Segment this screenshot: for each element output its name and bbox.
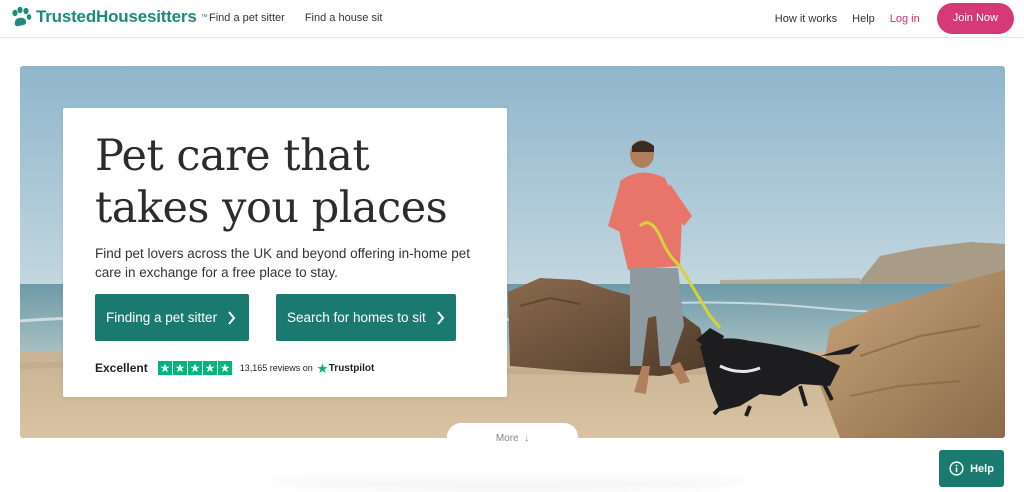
primary-nav: Find a pet sitter Find a house sit — [209, 12, 382, 24]
hero-card: Pet care that takes you places Find pet … — [63, 108, 507, 397]
star-icon — [187, 361, 202, 375]
top-header: TrustedHousesitters ™ Find a pet sitter F… — [0, 0, 1024, 38]
chevron-right-icon — [228, 310, 236, 325]
trustpilot-widget[interactable]: Excellent 13,165 reviews on Trustpilot — [95, 361, 374, 375]
star-icon — [202, 361, 217, 375]
find-pet-sitter-button[interactable]: Finding a pet sitter — [95, 294, 249, 341]
trustpilot-star-icon — [317, 363, 328, 373]
chevron-right-icon — [437, 310, 445, 325]
nav-how-it-works[interactable]: How it works — [775, 13, 837, 25]
help-label: Help — [970, 462, 994, 475]
brand-logo[interactable]: TrustedHousesitters ™ — [10, 6, 208, 28]
hero-subtitle: Find pet lovers across the UK and beyond… — [95, 246, 470, 280]
hero-title: Pet care that takes you places — [95, 130, 448, 234]
search-homes-button[interactable]: Search for homes to sit — [276, 294, 456, 341]
nav-help[interactable]: Help — [852, 13, 875, 25]
hero-banner: Pet care that takes you places Find pet … — [20, 66, 1005, 438]
trustpilot-brand: Trustpilot — [328, 362, 375, 374]
hero-title-line-1: Pet care that — [95, 131, 370, 181]
login-link[interactable]: Log in — [890, 13, 920, 25]
section-shadow — [270, 470, 750, 492]
info-icon — [949, 461, 964, 476]
find-pet-sitter-label: Finding a pet sitter — [106, 310, 218, 325]
more-label: More — [495, 433, 519, 444]
trustpilot-review-count: 13,165 reviews on — [239, 363, 313, 373]
search-homes-label: Search for homes to sit — [287, 310, 426, 325]
trustpilot-stars — [157, 361, 232, 375]
more-scroll-button[interactable]: More ↓ — [447, 423, 578, 453]
star-icon — [172, 361, 187, 375]
join-now-button[interactable]: Join Now — [936, 3, 1014, 34]
arrow-down-icon: ↓ — [521, 433, 530, 444]
hero-title-line-2: takes you places — [95, 183, 448, 233]
trustpilot-rating-label: Excellent — [95, 361, 148, 375]
help-floating-button[interactable]: Help — [939, 450, 1004, 487]
star-icon — [217, 361, 232, 375]
paw-icon — [12, 6, 32, 27]
nav-find-pet-sitter[interactable]: Find a pet sitter — [209, 12, 285, 24]
star-icon — [157, 361, 172, 375]
secondary-nav: How it works Help Log in Join Now — [775, 3, 1014, 34]
nav-find-house-sit[interactable]: Find a house sit — [305, 12, 383, 24]
brand-name: TrustedHousesitters — [36, 7, 197, 26]
brand-trademark: ™ — [200, 13, 208, 21]
